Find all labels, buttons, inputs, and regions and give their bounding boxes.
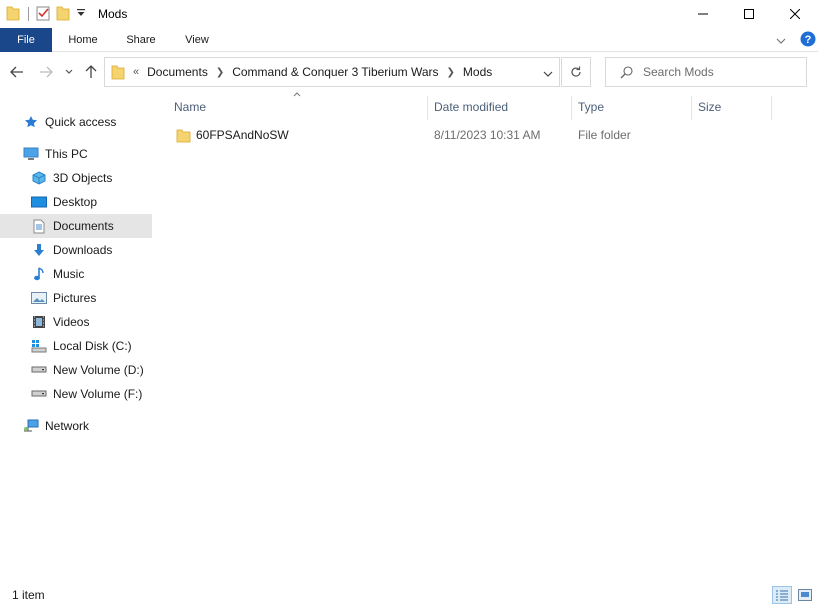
sidebar-item-label: Documents xyxy=(53,219,114,233)
chevron-down-icon[interactable] xyxy=(543,66,553,80)
ribbon-tabs: File Home Share View ? xyxy=(0,28,818,52)
address-bar[interactable]: « Documents ❯ Command & Conquer 3 Tiberi… xyxy=(104,57,560,87)
file-name: 60FPSAndNoSW xyxy=(196,128,289,142)
folder-icon xyxy=(176,128,191,143)
status-bar: 1 item xyxy=(0,584,818,606)
breadcrumb-documents[interactable]: Documents xyxy=(147,65,208,79)
title-bar: Mods xyxy=(0,0,818,28)
sidebar-item-label: Pictures xyxy=(53,291,97,305)
sidebar-item-desktop[interactable]: Desktop xyxy=(0,190,152,214)
ribbon-right-controls: ? xyxy=(776,28,818,52)
column-header-date[interactable]: Date modified xyxy=(428,95,572,119)
back-button[interactable] xyxy=(8,62,26,82)
tab-share[interactable]: Share xyxy=(116,28,166,52)
window-title: Mods xyxy=(98,7,128,21)
sidebar-item-3d-objects[interactable]: 3D Objects xyxy=(0,166,152,190)
sidebar-item-documents[interactable]: Documents xyxy=(0,214,152,238)
cube-icon xyxy=(30,169,48,187)
expand-ribbon-icon[interactable] xyxy=(776,33,786,47)
folder-icon xyxy=(111,64,125,80)
quick-access-toolbar xyxy=(0,0,92,28)
sidebar-item-label: New Volume (F:) xyxy=(53,387,143,401)
window-controls xyxy=(680,0,818,28)
music-note-icon xyxy=(30,265,48,283)
computer-icon xyxy=(22,145,40,163)
sidebar-item-music[interactable]: Music xyxy=(0,262,152,286)
large-icons-view-button[interactable] xyxy=(795,586,815,604)
breadcrumb-cnc3[interactable]: Command & Conquer 3 Tiberium Wars xyxy=(232,65,438,79)
sidebar-item-quick-access[interactable]: Quick access xyxy=(0,110,152,134)
search-icon xyxy=(620,65,633,79)
tab-file[interactable]: File xyxy=(0,28,52,52)
table-row[interactable]: 60FPSAndNoSW 8/11/2023 10:31 AM File fol… xyxy=(170,123,780,147)
sidebar-item-label: Music xyxy=(53,267,85,281)
network-icon xyxy=(22,417,40,435)
refresh-button[interactable] xyxy=(561,57,591,87)
windows-drive-icon xyxy=(30,337,48,355)
film-icon xyxy=(30,313,48,331)
tab-home[interactable]: Home xyxy=(56,28,110,52)
document-icon xyxy=(30,217,48,235)
drive-icon xyxy=(30,385,48,403)
column-header-size[interactable]: Size xyxy=(692,95,772,119)
minimize-button[interactable] xyxy=(680,0,726,28)
file-date: 8/11/2023 10:31 AM xyxy=(434,128,541,142)
drive-icon xyxy=(30,361,48,379)
sidebar-item-label: This PC xyxy=(45,147,88,161)
toolbar-divider xyxy=(28,7,29,21)
file-name-cell: 60FPSAndNoSW xyxy=(176,123,289,147)
navigation-pane: Quick access This PC 3D Objects Desktop … xyxy=(0,92,152,582)
search-box[interactable] xyxy=(605,57,807,87)
chevron-right-icon[interactable]: ❯ xyxy=(447,67,455,78)
sidebar-item-label: Quick access xyxy=(45,115,117,129)
star-icon xyxy=(22,113,40,131)
customize-toolbar-dropdown-icon[interactable] xyxy=(76,7,86,22)
picture-icon xyxy=(30,289,48,307)
sidebar-item-label: New Volume (D:) xyxy=(53,363,144,377)
details-view-button[interactable] xyxy=(772,586,792,604)
sidebar-item-local-disk-c[interactable]: Local Disk (C:) xyxy=(0,334,152,358)
help-icon[interactable]: ? xyxy=(800,31,816,50)
column-divider[interactable] xyxy=(771,96,772,120)
close-button[interactable] xyxy=(772,0,818,28)
navigation-bar: « Documents ❯ Command & Conquer 3 Tiberi… xyxy=(0,52,818,92)
sidebar-item-label: Network xyxy=(45,419,90,433)
sidebar-item-volume-f[interactable]: New Volume (F:) xyxy=(0,382,152,406)
sidebar-item-downloads[interactable]: Downloads xyxy=(0,238,152,262)
search-input[interactable] xyxy=(643,65,793,79)
sidebar-item-volume-d[interactable]: New Volume (D:) xyxy=(0,358,152,382)
up-button[interactable] xyxy=(82,62,100,82)
svg-text:?: ? xyxy=(805,34,812,46)
sidebar-item-videos[interactable]: Videos xyxy=(0,310,152,334)
sidebar-item-label: Downloads xyxy=(53,243,113,257)
maximize-button[interactable] xyxy=(726,0,772,28)
breadcrumb-overflow[interactable]: « xyxy=(133,66,139,78)
forward-button[interactable] xyxy=(37,62,55,82)
column-header-name[interactable]: Name xyxy=(168,95,426,119)
sidebar-item-label: Desktop xyxy=(53,195,98,209)
breadcrumb-mods[interactable]: Mods xyxy=(463,65,492,79)
column-header-type[interactable]: Type xyxy=(572,95,692,119)
recent-locations-button[interactable] xyxy=(63,62,75,82)
chevron-right-icon[interactable]: ❯ xyxy=(216,67,224,78)
sidebar-item-label: Local Disk (C:) xyxy=(53,339,132,353)
file-type: File folder xyxy=(578,128,631,142)
sidebar-item-label: 3D Objects xyxy=(53,171,113,185)
tab-view[interactable]: View xyxy=(174,28,220,52)
item-count: 1 item xyxy=(12,588,45,602)
file-list-view: Name Date modified Type Size 60FPSAndNoS… xyxy=(160,92,818,582)
download-arrow-icon xyxy=(30,241,48,259)
new-folder-icon[interactable] xyxy=(56,5,70,24)
desktop-icon xyxy=(30,193,48,211)
sidebar-item-network[interactable]: Network xyxy=(0,414,152,438)
sidebar-item-pictures[interactable]: Pictures xyxy=(0,286,152,310)
sidebar-item-this-pc[interactable]: This PC xyxy=(0,142,152,166)
sidebar-item-label: Videos xyxy=(53,315,90,329)
properties-icon[interactable] xyxy=(36,5,50,24)
folder-icon xyxy=(6,5,20,24)
